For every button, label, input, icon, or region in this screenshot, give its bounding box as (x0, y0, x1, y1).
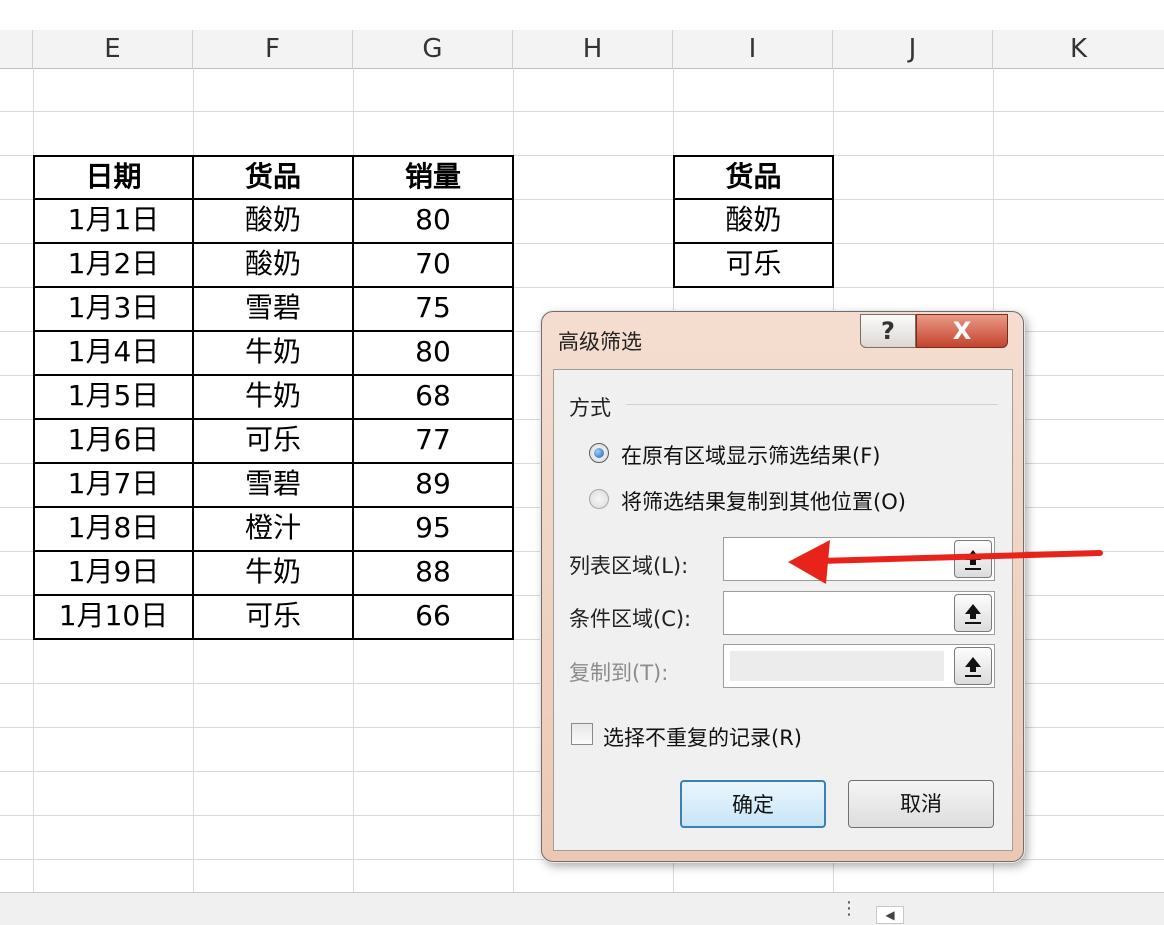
arrow-shaft (817, 550, 1103, 564)
red-arrow-annotation (788, 540, 1103, 584)
arrow-head-icon (788, 540, 830, 584)
